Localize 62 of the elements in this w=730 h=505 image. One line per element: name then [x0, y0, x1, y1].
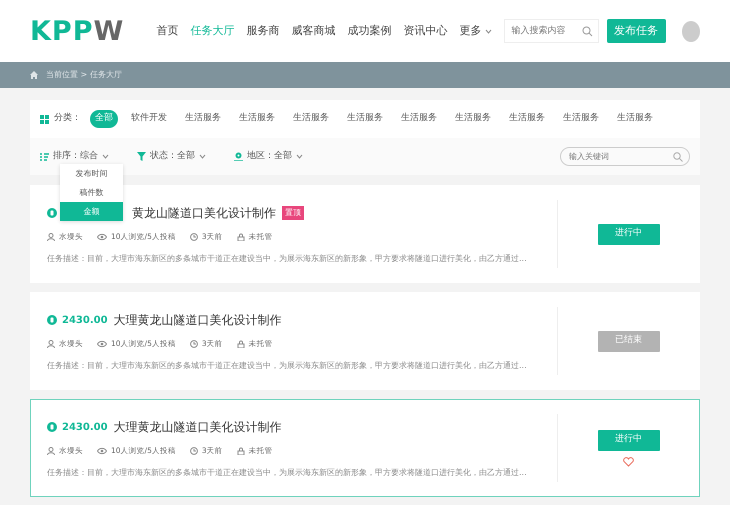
filter-dropdown[interactable]: 地区：全部 [234, 150, 303, 164]
coin-icon [47, 315, 57, 325]
category-tag[interactable]: 生活服务 [234, 110, 280, 128]
category-tag[interactable]: 生活服务 [396, 110, 442, 128]
category-tag[interactable]: 生活服务 [612, 110, 658, 128]
eye-icon [97, 232, 107, 241]
nav-link[interactable]: 服务商 [246, 22, 280, 40]
task-title[interactable]: 大理黄龙山隧道口美化设计制作 [114, 311, 282, 329]
logo: KPPW [30, 18, 124, 44]
grid-icon [40, 114, 49, 124]
nav-link[interactable]: 成功案例 [347, 22, 392, 40]
top-badge: 置顶 [282, 206, 304, 220]
keyword-field[interactable]: 输入关键词 [560, 147, 690, 166]
sort-icon [40, 152, 49, 161]
location-icon [234, 152, 243, 161]
category-tag[interactable]: 生活服务 [504, 110, 550, 128]
user-icon [47, 446, 55, 455]
heart-icon[interactable] [623, 456, 634, 466]
search-icon [582, 26, 593, 36]
nav-link[interactable]: 威客商城 [291, 22, 336, 40]
user-icon [47, 340, 55, 348]
eye-icon [97, 446, 107, 455]
task-price: 2430.00 [62, 314, 108, 328]
avatar[interactable] [682, 20, 700, 42]
category-label: 分类： [53, 112, 82, 126]
task-description: 任务描述：目前，大理市海东新区的多条城市干道正在建设当中，为展示海东新区的新形象，甲方要求将隧道口进行美化，由乙方通过... [47, 467, 528, 480]
user-icon [47, 232, 55, 241]
nav-link[interactable]: 资讯中心 [403, 22, 448, 40]
caret-icon [296, 154, 303, 159]
clock-icon [190, 232, 198, 241]
search-icon [673, 152, 683, 162]
task-description: 任务描述：目前，大理市海东新区的多条城市干道正在建设当中，为展示海东新区的新形象，甲方要求将隧道口进行美化，由乙方通过... [47, 253, 528, 266]
filter-icon [137, 152, 146, 161]
category-tag[interactable]: 生活服务 [288, 110, 334, 128]
clock-icon [190, 446, 198, 455]
task-price: 2430.00 [62, 420, 108, 434]
filter-dropdown[interactable]: 排序：综合 [40, 150, 109, 164]
lock-icon [236, 446, 245, 455]
lock-icon [236, 340, 245, 348]
lock-icon [236, 232, 245, 241]
category-tag[interactable]: 生活服务 [180, 110, 226, 128]
eye-icon [97, 340, 107, 348]
menu-item[interactable]: 发布时间 [60, 164, 123, 183]
nav-link[interactable]: 首页 [156, 22, 178, 40]
task-title[interactable]: 大理黄龙山隧道口美化设计制作 [114, 418, 282, 436]
caret-icon [102, 154, 109, 159]
category-tag[interactable]: 生活服务 [558, 110, 604, 128]
breadcrumb: 当前位置 > 任务大厅 [46, 69, 122, 81]
category-tag[interactable]: 软件开发 [126, 110, 172, 128]
search-field[interactable]: 输入搜索内容 [504, 19, 599, 43]
filter-dropdown[interactable]: 状态：全部 [137, 150, 206, 164]
nav-link[interactable]: 更多 [459, 22, 492, 40]
task-title[interactable]: 黄龙山隧道口美化设计制作 [132, 204, 276, 222]
clock-icon [190, 340, 198, 348]
coin-icon [47, 208, 57, 218]
category-tag[interactable]: 生活服务 [342, 110, 388, 128]
home-icon [30, 71, 38, 79]
task-description: 任务描述：目前，大理市海东新区的多条城市干道正在建设当中，为展示海东新区的新形象，甲方要求将隧道口进行美化，由乙方通过... [47, 360, 528, 372]
coin-icon [47, 422, 57, 432]
menu-item[interactable]: 稿件数 [60, 183, 123, 202]
caret-icon [199, 154, 206, 159]
category-tag[interactable]: 生活服务 [450, 110, 496, 128]
